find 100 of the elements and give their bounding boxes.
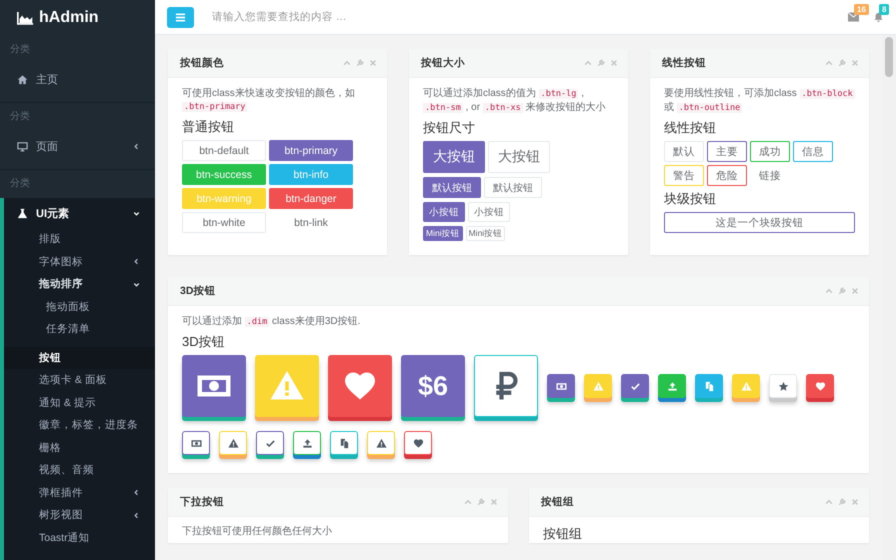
submenu-item[interactable]: 排版 <box>4 228 155 250</box>
submenu-item[interactable]: 选项卡 & 面板 <box>4 369 155 392</box>
nav-item[interactable]: UI元素 <box>4 198 155 228</box>
collapse-icon[interactable] <box>464 498 472 506</box>
bell-icon[interactable] <box>873 12 884 22</box>
color-button[interactable]: btn-danger <box>269 188 353 209</box>
panel-title: 按钮颜色 <box>180 56 224 70</box>
submenu-item[interactable]: 任务清单 <box>4 318 155 340</box>
color-button[interactable]: btn-default <box>182 140 266 161</box>
notification-badge: 8 <box>879 4 890 15</box>
warning-icon <box>228 438 238 448</box>
panel-title: 线性按钮 <box>662 56 706 70</box>
heart-icon <box>412 438 424 448</box>
outline-button[interactable]: 主要 <box>707 141 747 162</box>
collapse-icon[interactable] <box>825 498 833 506</box>
close-icon[interactable] <box>610 59 618 67</box>
nav-item[interactable]: 页面 <box>0 131 155 161</box>
close-icon[interactable] <box>851 498 859 506</box>
section-label: 分类 <box>9 110 31 124</box>
size-button[interactable]: 小按钮 <box>423 202 465 222</box>
copy-icon <box>704 380 714 392</box>
submenu-item[interactable]: 视频、音频 <box>4 459 155 482</box>
monitor-icon <box>17 140 28 152</box>
collapse-icon[interactable] <box>584 59 592 67</box>
notification-badge: 16 <box>854 4 869 15</box>
section-heading: 3D按钮 <box>182 333 226 351</box>
size-button[interactable]: Mini按钮 <box>466 226 506 241</box>
home-icon <box>17 74 28 84</box>
submenu-item[interactable]: 拖动面板 <box>4 296 155 318</box>
upload-icon <box>666 380 678 392</box>
size-button[interactable]: 默认按钮 <box>484 177 542 198</box>
outline-button[interactable]: 信息 <box>793 141 833 162</box>
outline-button[interactable]: 成功 <box>750 141 790 162</box>
description-text: 可以通过添加 .dim class来使用3D按钮. <box>182 315 362 329</box>
menu-button[interactable] <box>167 6 194 28</box>
color-button[interactable]: btn-white <box>182 212 266 233</box>
link[interactable]: 链接 <box>750 165 790 186</box>
close-icon[interactable] <box>851 287 859 295</box>
panel-title: 按钮大小 <box>421 56 465 70</box>
collapse-icon[interactable] <box>343 59 351 67</box>
submenu-item[interactable]: 拖动排序 <box>4 273 155 296</box>
collapse-icon[interactable] <box>825 59 833 67</box>
warning-icon <box>740 380 752 392</box>
outline-button[interactable]: 警告 <box>664 165 704 186</box>
wrench-icon[interactable] <box>356 59 364 67</box>
description-text: 可使用class来快速改变按钮的颜色，如 .btn-primary <box>182 87 356 114</box>
section-label: 分类 <box>9 176 31 191</box>
brand-name: hAdmin <box>39 9 99 27</box>
description-text: 要使用线性按钮，可添加class .btn-block 或 .btn-outline <box>664 87 855 115</box>
nav-item[interactable]: 主页 <box>0 64 155 94</box>
submenu-item[interactable]: 字体图标 <box>4 250 155 273</box>
description-text: 可以通过添加class的值为 .btn-lg , .btn-sm , or .btn-xs 来修改按钮的大小 <box>423 87 606 115</box>
submenu-item[interactable]: Toastr通知 <box>4 526 155 549</box>
submenu-item[interactable]: 按钮 <box>4 346 155 369</box>
outline-button[interactable]: 危险 <box>707 165 747 186</box>
warning-icon <box>592 380 604 392</box>
copy-icon <box>338 438 350 448</box>
submenu-item[interactable]: 栅格 <box>4 436 155 459</box>
upload-icon <box>302 438 312 448</box>
area-chart-icon <box>17 11 34 25</box>
warning-icon <box>376 438 386 448</box>
check-icon <box>630 380 640 392</box>
panel-title: 3D按钮 <box>180 284 216 298</box>
wrench-icon[interactable] <box>838 498 846 506</box>
check-icon <box>264 438 276 448</box>
outline-button[interactable]: 默认 <box>664 141 704 162</box>
size-button[interactable]: 小按钮 <box>468 202 510 222</box>
star-icon <box>778 380 788 392</box>
section-heading: 按钮尺寸 <box>423 119 476 137</box>
collapse-icon[interactable] <box>825 287 833 295</box>
close-icon[interactable] <box>490 498 498 506</box>
wrench-icon[interactable] <box>477 498 485 506</box>
submenu-item[interactable]: 树形视图 <box>4 504 155 526</box>
section-heading: 普通按钮 <box>182 118 235 136</box>
wrench-icon[interactable] <box>597 59 605 67</box>
close-icon[interactable] <box>851 59 859 67</box>
panel-title: 下拉按钮 <box>180 495 224 509</box>
submenu-item[interactable]: 弹框插件 <box>4 482 155 504</box>
banknote-icon <box>556 380 566 392</box>
close-icon[interactable] <box>369 59 377 67</box>
block-button[interactable]: 这是一个块级按钮 <box>664 212 855 233</box>
panel-title: 按钮组 <box>541 495 574 509</box>
section-heading: 线性按钮 <box>664 119 717 137</box>
size-button[interactable]: 大按钮 <box>423 141 485 173</box>
wrench-icon[interactable] <box>838 59 846 67</box>
heart-icon <box>814 380 826 392</box>
flask-icon <box>17 208 28 218</box>
section-label: 分类 <box>9 42 31 57</box>
section-heading: 块级按钮 <box>664 190 717 208</box>
submenu-item[interactable]: 徽章，标签，进度条 <box>4 414 155 436</box>
color-button[interactable]: btn-primary <box>269 140 353 161</box>
wrench-icon[interactable] <box>838 287 846 295</box>
banknote-icon <box>190 438 202 448</box>
size-button[interactable]: 默认按钮 <box>423 177 481 198</box>
submenu-item[interactable]: 通知 & 提示 <box>4 392 155 414</box>
size-button[interactable]: Mini按钮 <box>423 226 463 241</box>
section-heading: 按钮组 <box>543 525 583 543</box>
size-button[interactable]: 大按钮 <box>488 141 550 173</box>
link[interactable]: btn-link <box>269 212 353 233</box>
menu-icon <box>175 12 186 22</box>
